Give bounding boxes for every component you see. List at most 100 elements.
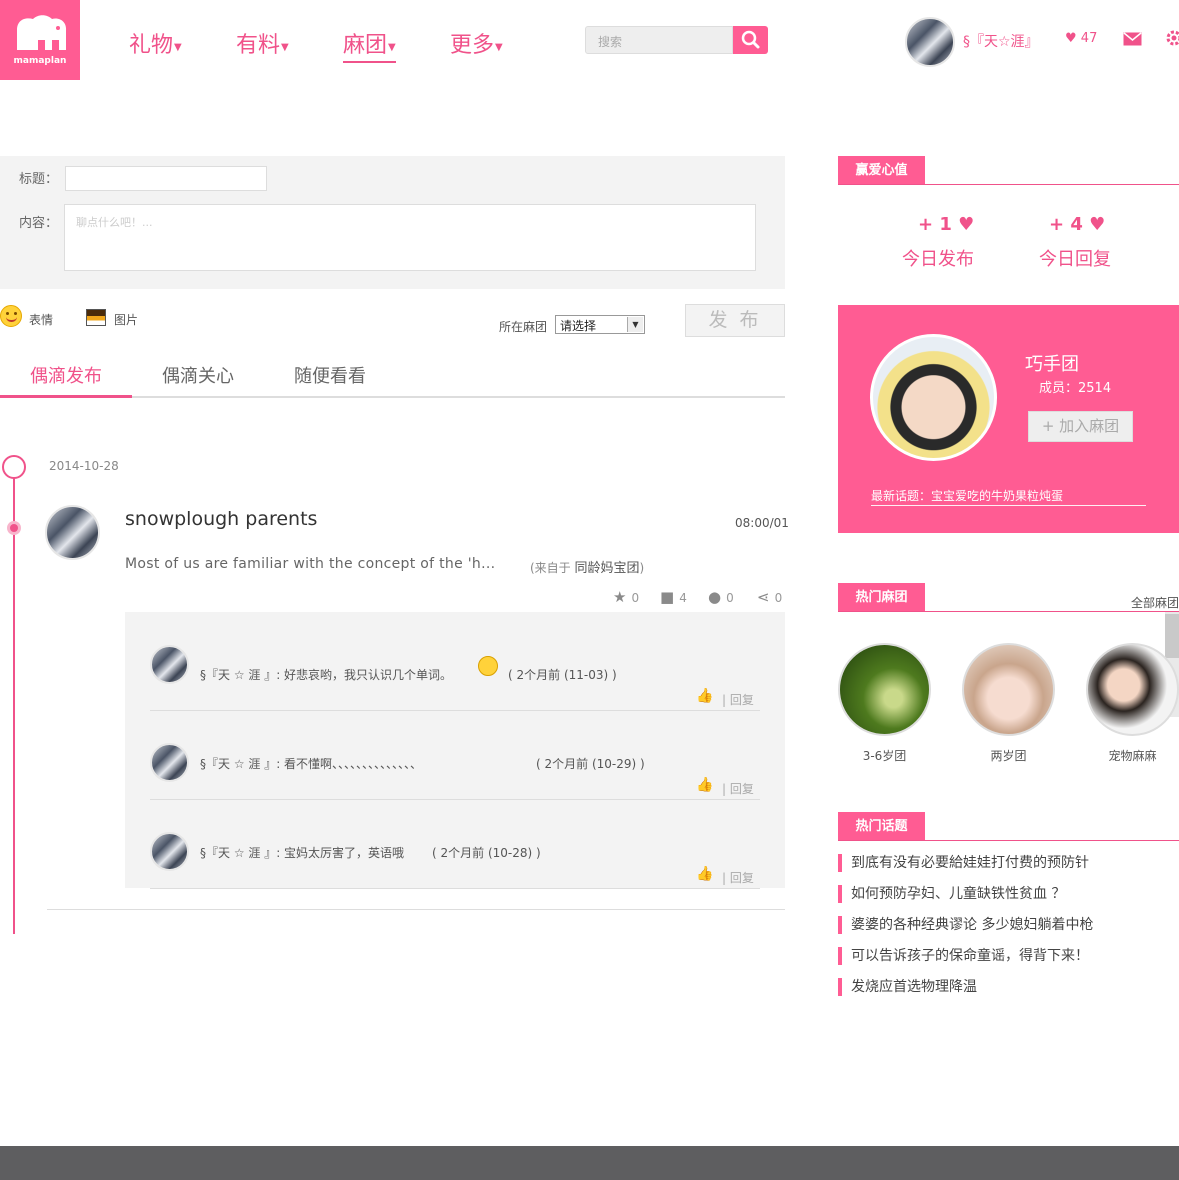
group-name[interactable]: 巧手团 [1025, 350, 1079, 376]
thinking-emoji-icon [478, 656, 498, 676]
comment-divider [150, 888, 760, 889]
heart-icon: ♥ [1065, 31, 1077, 46]
hot-group-avatar[interactable] [1086, 643, 1179, 736]
heart-icon: ♥ [1089, 214, 1106, 235]
group-avatar[interactable] [870, 334, 997, 461]
hot-topic-item[interactable]: 如何预防孕妇、儿童缺铁性贫血 ？ [838, 885, 1065, 903]
section-divider [838, 840, 1179, 841]
all-groups-link[interactable]: 全部麻团 [1131, 594, 1179, 611]
page-footer [0, 1146, 1179, 1180]
emoji-icon[interactable] [0, 305, 22, 327]
tab-my-follows[interactable]: 偶滴关心 [162, 362, 234, 388]
section-divider [838, 184, 1179, 185]
comment-count: 4 [679, 591, 687, 605]
nav-label: 有料 [236, 33, 281, 58]
view-count: 0 [726, 591, 734, 605]
group-member-count: 成员：2514 [1039, 381, 1112, 396]
post-author-avatar[interactable] [45, 505, 100, 560]
comment-stat[interactable]: ■ 4 [660, 588, 687, 606]
comment-avatar[interactable] [150, 645, 189, 684]
comment-text: §『天 ☆ 涯 』: 看不懂啊、、、、、、、、、、、、、、 [200, 757, 423, 771]
share-count: 0 [774, 591, 783, 605]
post-source-suffix: ) [639, 561, 645, 575]
love-points-title: 赢爱心值 [838, 156, 925, 185]
content-label: 内容： [19, 216, 59, 231]
image-button[interactable]: 图片 [114, 311, 138, 328]
comment-time: ( 2个月前 (10-28) ) [432, 846, 541, 860]
today-post-points: + 1 ♥ [918, 214, 974, 235]
hot-topic-item[interactable]: 可以告诉孩子的保命童谣，得背下来！ [838, 947, 1089, 965]
nav-more[interactable]: 更多▼ [450, 27, 503, 63]
join-group-button[interactable]: + 加入麻团 [1028, 411, 1133, 442]
thumbs-up-icon[interactable]: 👍 [696, 688, 713, 704]
favorite-count: 0 [631, 591, 640, 605]
logo-text: mamaplan [13, 56, 67, 66]
thumbs-up-icon[interactable]: 👍 [696, 777, 713, 793]
title-input[interactable] [65, 166, 267, 191]
emoji-button[interactable]: 表情 [29, 311, 53, 328]
hot-group-avatar[interactable] [838, 643, 931, 736]
group-select-value: 请选择 [560, 319, 597, 333]
tab-my-posts[interactable]: 偶滴发布 [30, 362, 102, 388]
group-latest-topic[interactable]: 最新话题：宝宝爱吃的牛奶果粒炖蛋 [871, 487, 1063, 504]
comment-reply-button[interactable]: | 回复 [722, 780, 754, 797]
active-tab-indicator [0, 395, 132, 398]
nav-groups[interactable]: 麻团▼ [343, 27, 396, 63]
content-textarea[interactable]: 聊点什么吧！... [64, 204, 756, 271]
share-stat[interactable]: ⋖ 0 [757, 588, 782, 606]
hot-group-label[interactable]: 宠物麻麻 [1086, 747, 1179, 764]
hot-topic-item[interactable]: 发烧应首选物理降温 [838, 978, 977, 996]
carousel-handle[interactable] [1165, 614, 1179, 658]
gear-icon[interactable] [1165, 29, 1179, 47]
mail-icon[interactable] [1123, 32, 1142, 46]
tab-browse[interactable]: 随便看看 [294, 362, 366, 388]
search-input[interactable]: 搜索 [585, 26, 733, 54]
hot-topic-item[interactable]: 到底有没有必要給娃娃打付费的预防针 [838, 854, 1089, 872]
hot-group-avatar[interactable] [962, 643, 1055, 736]
comment-reply-button[interactable]: | 回复 [722, 691, 754, 708]
comment-avatar[interactable] [150, 832, 189, 871]
heart-count-value: 47 [1080, 31, 1098, 46]
post-source-group[interactable]: 同龄妈宝团 [575, 561, 640, 576]
search-button[interactable] [733, 26, 768, 54]
comment-reply-button[interactable]: | 回复 [722, 869, 754, 886]
elephant-icon [17, 15, 67, 50]
timeline-date-marker [2, 455, 26, 479]
user-avatar[interactable] [905, 17, 955, 67]
hot-topic-item[interactable]: 婆婆的各种经典谬论 多少媳妇躺着中枪 [838, 916, 1093, 934]
comment-avatar[interactable] [150, 743, 189, 782]
nav-gifts[interactable]: 礼物▼ [129, 27, 182, 63]
favorite-stat[interactable]: ★ 0 [613, 588, 639, 606]
caret-down-icon: ▼ [174, 42, 182, 53]
user-name[interactable]: §『天☆涯』 [963, 31, 1039, 51]
comment-time: ( 2个月前 (11-03) ) [508, 668, 617, 682]
today-reply-points: + 4 ♥ [1049, 214, 1105, 235]
comment-text: §『天 ☆ 涯 』: 好悲哀哟，我只认识几个单词。 [200, 668, 453, 682]
site-logo[interactable]: mamaplan [0, 0, 80, 80]
post-excerpt[interactable]: Most of us are familiar with the concept… [125, 556, 495, 572]
publish-button[interactable]: 发 布 [685, 304, 785, 337]
section-divider [838, 611, 1179, 612]
group-select-label: 所在麻团 [499, 320, 548, 334]
image-icon[interactable] [86, 309, 106, 326]
thumbs-up-icon[interactable]: 👍 [696, 866, 713, 882]
caret-down-icon: ▼ [281, 42, 289, 53]
title-label: 标题： [19, 172, 59, 187]
nav-content[interactable]: 有料▼ [236, 27, 289, 63]
timeline-line [13, 478, 15, 934]
post-source-prefix: (来自于 [530, 561, 571, 575]
group-select[interactable]: 请选择 ▼ [555, 315, 645, 334]
nav-label: 礼物 [129, 33, 174, 58]
star-icon: ★ [613, 588, 627, 606]
post-title[interactable]: snowplough parents [125, 508, 317, 530]
hot-topics-title: 热门话题 [838, 812, 925, 841]
hot-groups-title: 热门麻团 [838, 583, 925, 612]
timeline-post-marker [7, 521, 21, 535]
view-stat[interactable]: ● 0 [708, 588, 734, 606]
today-post-label: 今日发布 [902, 249, 974, 270]
hot-group-label[interactable]: 两岁团 [962, 747, 1055, 764]
chevron-down-icon: ▼ [627, 317, 643, 332]
hot-group-label[interactable]: 3-6岁团 [838, 747, 931, 764]
latest-topic-underline [871, 505, 1146, 506]
view-icon: ● [708, 588, 722, 606]
